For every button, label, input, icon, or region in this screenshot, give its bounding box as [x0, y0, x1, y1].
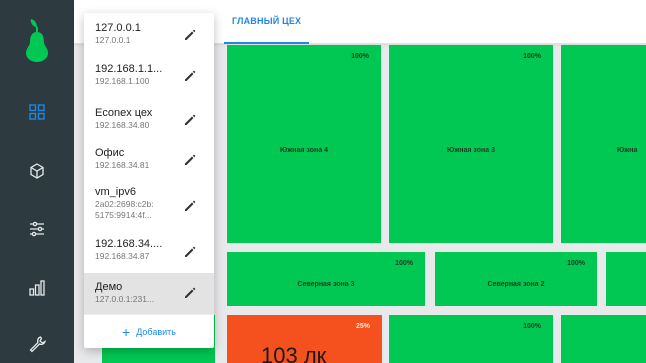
pencil-icon[interactable] — [182, 198, 198, 214]
add-server-label: Добавить — [136, 326, 176, 337]
zone-name: Южная зона 3 — [447, 147, 495, 154]
zone-name: Северная зона 3 — [297, 281, 355, 288]
zone-name: Северная зона 2 — [487, 281, 545, 288]
nav-tools[interactable] — [0, 324, 74, 363]
pencil-icon[interactable] — [182, 244, 198, 260]
zone-percent: 100% — [523, 53, 541, 60]
wrench-icon — [29, 336, 47, 353]
pencil-icon[interactable] — [182, 68, 198, 84]
zone-tile-alert[interactable]: 25% 103 лк — [227, 315, 382, 363]
zone-name: Южная зона 4 — [280, 147, 328, 154]
zone-percent: 25% — [355, 323, 370, 330]
nav-reports[interactable] — [0, 268, 74, 308]
server-item[interactable]: Офис 192.168.34.81 — [84, 142, 214, 186]
bar-chart-icon — [29, 280, 45, 296]
server-item[interactable]: 192.168.34.... 192.168.34.87 — [84, 238, 214, 274]
zone-tile[interactable]: 100% — [389, 315, 553, 363]
zone-tile[interactable]: 100% Северная зона 2 — [435, 252, 597, 306]
pencil-icon[interactable] — [182, 112, 198, 128]
nav-dashboard[interactable] — [0, 92, 74, 132]
zone-tile[interactable] — [606, 252, 646, 306]
zone-tile[interactable] — [561, 315, 646, 363]
zone-percent: 100% — [523, 323, 541, 330]
zone-tile[interactable]: 100% Южная зона 4 — [227, 45, 381, 243]
zone-value: 103 лк — [261, 343, 327, 363]
zone-tile[interactable]: Южна — [561, 45, 646, 243]
cube-icon — [30, 163, 44, 179]
pencil-icon[interactable] — [182, 285, 198, 301]
zone-percent: 100% — [351, 53, 369, 60]
pear-logo[interactable] — [22, 18, 52, 62]
server-item-selected[interactable]: Демо 127.0.0.1:231... — [84, 273, 214, 314]
server-dropdown: 127.0.0.1 127.0.0.1 192.168.1.1... 192.1… — [84, 13, 214, 348]
zone-tile[interactable]: 100% Южная зона 3 — [389, 45, 553, 243]
nav-objects[interactable] — [0, 151, 74, 191]
plus-icon: + — [122, 323, 131, 340]
pencil-icon[interactable] — [182, 27, 198, 43]
sliders-icon — [30, 221, 44, 237]
dashboard-grid-icon — [29, 104, 45, 120]
server-item[interactable]: vm_ipv6 2a02:2698:c2b: 5175:9914:4f... — [84, 186, 214, 238]
zone-percent: 100% — [567, 260, 585, 267]
zone-tile[interactable]: 100% Северная зона 3 — [227, 252, 425, 306]
nav-settings[interactable] — [0, 209, 74, 249]
tab-main-workshop[interactable]: ГЛАВНЫЙ ЦЕХ — [224, 0, 310, 44]
add-server-button[interactable]: + Добавить — [84, 314, 214, 348]
zone-name: Южна — [617, 147, 638, 154]
server-item[interactable]: 192.168.1.1... 192.168.1.100 — [84, 54, 214, 98]
side-navigation — [0, 0, 74, 363]
server-item[interactable]: Econex цех 192.168.34.80 — [84, 98, 214, 142]
pencil-icon[interactable] — [182, 152, 198, 168]
server-item[interactable]: 127.0.0.1 127.0.0.1 — [84, 13, 214, 54]
zone-percent: 100% — [395, 260, 413, 267]
